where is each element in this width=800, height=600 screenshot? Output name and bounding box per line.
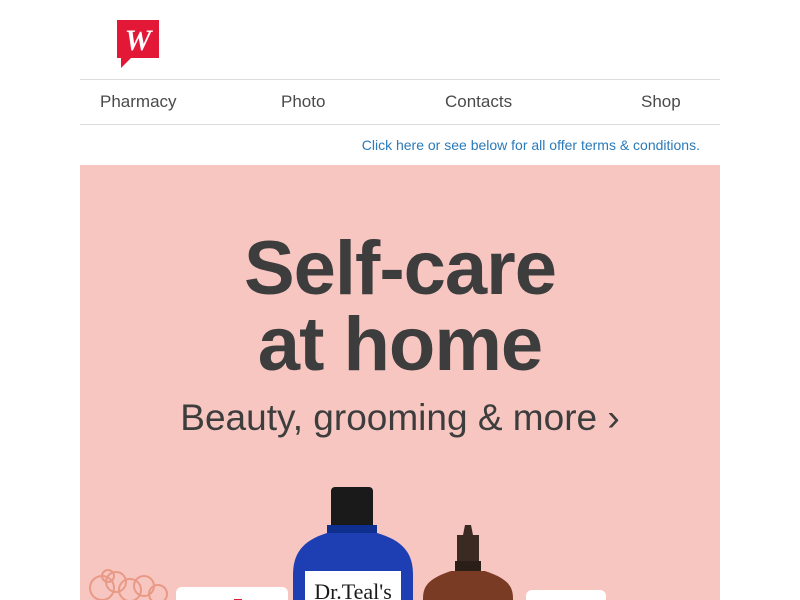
email-container: W Pharmacy Photo Contacts Shop Click her…: [80, 0, 720, 600]
loofah-image: [89, 569, 168, 600]
top-nav: Pharmacy Photo Contacts Shop: [80, 79, 720, 125]
amber-dropper-bottle-image: [423, 525, 513, 600]
white-jar-image: [526, 590, 606, 600]
nav-contacts[interactable]: Contacts: [445, 92, 512, 112]
offer-terms-link[interactable]: Click here or see below for all offer te…: [362, 137, 700, 153]
svg-text:Dr.Teal's: Dr.Teal's: [314, 579, 392, 600]
nav-pharmacy[interactable]: Pharmacy: [100, 92, 177, 112]
cream-tube-image: [176, 587, 288, 600]
hero-headline-line1: Self-care: [243, 226, 557, 311]
nav-shop[interactable]: Shop: [641, 92, 681, 112]
walgreens-logo[interactable]: W: [117, 20, 159, 68]
nav-photo[interactable]: Photo: [281, 92, 325, 112]
hero-subline-link[interactable]: Beauty, grooming & more ›: [80, 397, 720, 439]
svg-text:W: W: [125, 24, 154, 57]
dr-teals-bottle-image: Dr.Teal's: [293, 487, 413, 600]
hero-headline-line2: at home: [257, 302, 543, 387]
walgreens-logo-icon: W: [117, 20, 159, 68]
hero-banner[interactable]: Self-care at home Beauty, grooming & mor…: [80, 165, 720, 600]
